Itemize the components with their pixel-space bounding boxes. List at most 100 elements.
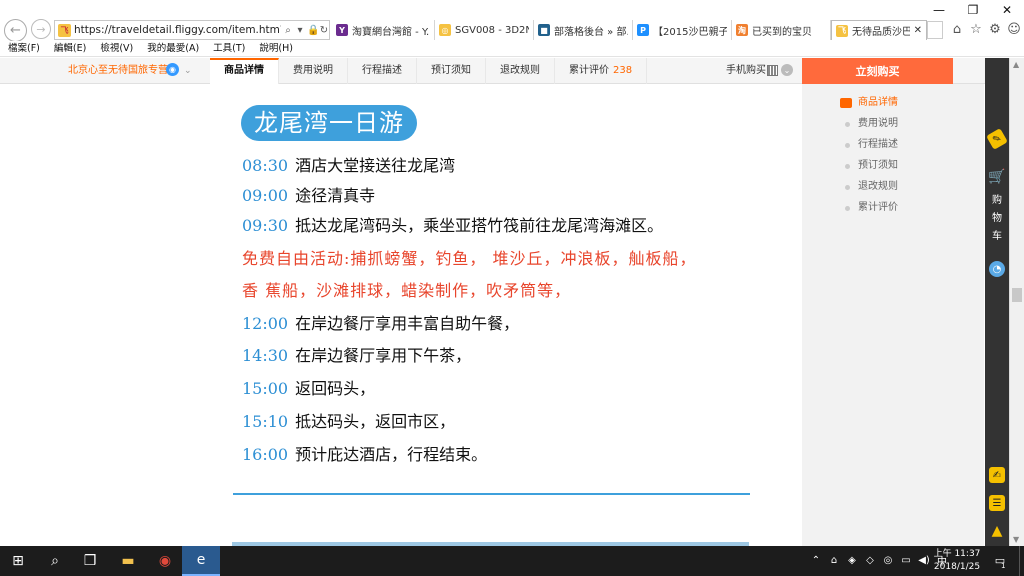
forward-button[interactable]: → [31,19,51,39]
chevron-up-icon[interactable]: ⌃ [810,553,822,567]
detail-tab-label: 退改规则 [500,65,540,76]
file-explorer-icon[interactable]: ▬ [118,551,138,571]
back-button[interactable]: ← [4,19,27,42]
refresh-icon[interactable]: ↻ [319,25,329,36]
tab-favicon-icon: P [637,24,649,36]
restore-icon[interactable]: ❐ [956,0,990,20]
home-icon[interactable]: ⌂ [949,20,965,38]
cart-label[interactable]: 购 物 车 [990,192,1004,246]
smiley-feedback-icon[interactable]: ☺ [1006,20,1022,38]
address-bar[interactable]: 飞 https://traveldetail.fliggy.com/item.h… [54,20,330,40]
usb-icon[interactable]: ⌂ [828,553,840,567]
buy-now-button[interactable]: 立刻购买 [802,58,953,84]
coupon-icon[interactable]: ✎ [986,128,1008,150]
minimize-icon[interactable]: — [922,0,956,20]
detail-tab-label: 累计评价 [569,65,609,76]
windows-start-icon[interactable]: ⊞ [8,551,28,571]
detail-tab[interactable]: 费用说明 [279,58,348,84]
keyboard-icon[interactable]: ▭ [900,553,912,567]
browser-tab[interactable]: 淘已买到的宝贝 [732,20,831,40]
detail-tab[interactable]: 退改规则 [486,58,555,84]
task-view-icon[interactable]: ❒ [80,551,100,571]
chrome-icon[interactable]: ◉ [155,551,175,571]
menu-item[interactable]: 我的最愛(A) [139,41,205,56]
side-nav-item[interactable]: 累计评价 [802,200,984,216]
network-icon[interactable]: ◎ [882,553,894,567]
menu-item[interactable]: 檢視(V) [92,41,139,56]
detail-tab[interactable]: 预订须知 [417,58,486,84]
history-clock-icon[interactable]: ◔ [989,261,1005,277]
side-nav-label: 行程描述 [858,139,898,150]
show-desktop-button[interactable] [1019,546,1024,576]
search-icon[interactable]: ⌕ [45,551,65,571]
itinerary-row: 15:10 抵达码头，返回市区， [242,411,455,433]
itinerary-text: 预计庇达酒店，行程结束。 [295,445,488,464]
menu-item[interactable]: 說明(H) [251,41,299,56]
clock[interactable]: 上午 11:37 2018/1/25 [931,548,983,574]
internet-explorer-icon[interactable]: e [182,546,220,576]
favorites-star-icon[interactable]: ☆ [968,20,984,38]
cart-icon[interactable]: 🛒 [988,169,1005,185]
mobile-buy-link[interactable]: 手机购买 [726,58,766,84]
tab-label: 淘寶網台灣館 - Y... [352,26,430,38]
tab-label: 已买到的宝贝 [752,26,812,38]
menu-item[interactable]: 檔案(F) [0,41,46,56]
detail-tab[interactable]: 商品详情 [210,58,279,84]
vertical-scrollbar[interactable]: ▲ ▼ [1009,58,1024,546]
store-name-link[interactable]: 北京心至无待国旅专营... [68,58,178,84]
menu-item[interactable]: 工具(T) [205,41,251,56]
itinerary-row: 09:30 抵达龙尾湾码头，乘坐亚搭竹筏前往龙尾湾海滩区。 [242,215,663,237]
active-marker-icon [840,98,852,108]
detail-tab-label: 商品详情 [224,65,264,76]
side-anchor-nav: 商品详情费用说明行程描述预订须知退改规则累计评价 [802,84,984,546]
browser-tab[interactable]: P 【2015沙巴親子... [633,20,732,40]
tab-close-icon[interactable]: ✕ [914,25,922,36]
service-icon[interactable]: ☰ [989,495,1005,511]
tab-favicon-icon: 淘 [736,24,748,36]
tab-strip: Y 淘寶網台灣館 - Y... ◎ SGV008 - 3D2N ... ■ 部落格後台 »… [332,20,927,40]
itinerary-time: 16:00 [242,445,289,464]
browser-tab[interactable]: ■ 部落格後台 » 部... [534,20,633,40]
detail-tab[interactable]: 累计评价 238 [555,58,648,84]
system-tray: ⌃ ⌂ ◈ ◇ ◎ ▭ ◀) 中 [810,553,948,568]
itinerary-row: 14:30 在岸边餐厅享用下午茶， [242,345,471,367]
browser-tab[interactable]: 飞无待品质沙巴... ✕ [831,20,927,40]
chevron-down-icon[interactable]: ⌄ [781,64,793,76]
scroll-thumb[interactable] [1012,288,1022,302]
wangwang-chat-icon[interactable]: ◉ [166,63,179,76]
itinerary-text: 抵达龙尾湾码头，乘坐亚搭竹筏前往龙尾湾海滩区。 [295,216,664,235]
side-nav-item[interactable]: 商品详情 [802,95,984,111]
dropdown-icon[interactable]: ▾ [295,25,305,36]
menu-item[interactable]: 編輯(E) [46,41,92,56]
back-to-top-icon[interactable]: ▲ [989,523,1005,539]
side-nav-item[interactable]: 预订须知 [802,158,984,174]
close-icon[interactable]: ✕ [990,0,1024,20]
side-nav-item[interactable]: 费用说明 [802,116,984,132]
lock-icon[interactable]: 🔒 [307,25,319,36]
title-bar [0,0,1024,22]
volume-icon[interactable]: ◀) [918,553,930,567]
settings-gear-icon[interactable]: ⚙ [987,20,1003,38]
app-tray-icon[interactable]: ◇ [864,553,876,567]
chevron-down-icon[interactable]: ⌄ [184,58,192,84]
security-icon[interactable]: ◈ [846,553,858,567]
browser-tab[interactable]: ◎ SGV008 - 3D2N ... [435,20,534,40]
bullet-dot-icon [845,185,850,190]
side-nav-item[interactable]: 行程描述 [802,137,984,153]
qr-code-icon[interactable] [767,65,778,76]
notification-count: 1 [1001,562,1006,570]
itinerary-time: 08:30 [242,156,289,175]
search-icon[interactable]: ⌕ [283,25,293,36]
detail-tab[interactable]: 行程描述 [348,58,417,84]
scroll-down-icon[interactable]: ▼ [1013,535,1019,544]
url-text[interactable]: https://traveldetail.fliggy.com/item.htm… [74,24,281,36]
browser-tab[interactable]: Y 淘寶網台灣館 - Y... [332,20,435,40]
side-nav-label: 预订须知 [858,160,898,171]
itinerary-row: 15:00 返回码头， [242,378,375,400]
itinerary-row: 16:00 预计庇达酒店，行程结束。 [242,444,487,466]
scroll-up-icon[interactable]: ▲ [1013,60,1019,69]
feedback-edit-icon[interactable]: ✍ [989,467,1005,483]
new-tab-button[interactable] [927,21,943,39]
side-nav-item[interactable]: 退改规则 [802,179,984,195]
itinerary-text: 返回码头， [295,379,376,398]
